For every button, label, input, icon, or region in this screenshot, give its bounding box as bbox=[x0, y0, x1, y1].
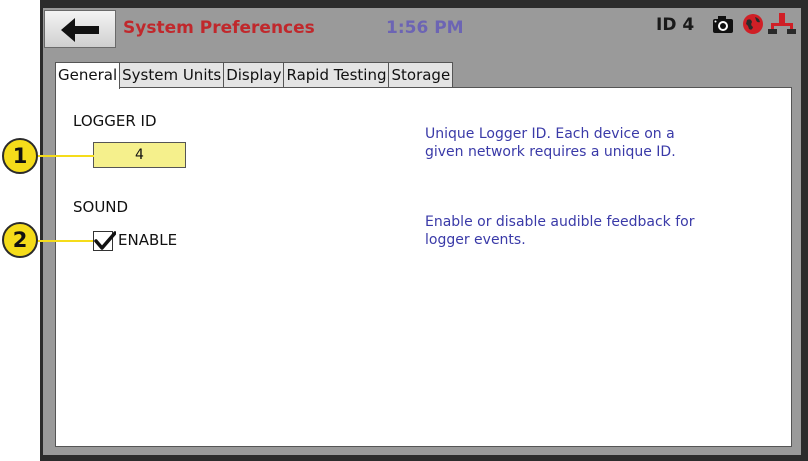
logger-id-hint: Unique Logger ID. Each device on a given… bbox=[425, 125, 676, 161]
callout-connector bbox=[32, 155, 94, 157]
camera-icon[interactable] bbox=[712, 14, 734, 34]
back-button[interactable] bbox=[44, 10, 116, 48]
clock: 1:56 PM bbox=[386, 18, 464, 38]
sound-enable-checkbox[interactable] bbox=[93, 231, 116, 251]
left-arrow-icon bbox=[61, 18, 99, 42]
tab-display[interactable]: Display bbox=[223, 62, 285, 87]
checkmark-icon bbox=[94, 231, 116, 250]
sound-hint-line: logger events. bbox=[425, 232, 526, 248]
tab-system-units[interactable]: System Units bbox=[119, 62, 225, 87]
sound-label: SOUND bbox=[73, 198, 129, 216]
page-title: System Preferences bbox=[123, 18, 315, 38]
logger-id-hint-line: given network requires a unique ID. bbox=[425, 144, 676, 160]
logger-id-field[interactable]: 4 bbox=[93, 142, 186, 168]
device-id: ID 4 bbox=[656, 15, 695, 35]
tab-general[interactable]: General bbox=[55, 62, 121, 89]
callout-connector bbox=[32, 240, 93, 242]
callout-badge: 1 bbox=[2, 138, 38, 174]
tab-bar: General System Units Display Rapid Testi… bbox=[55, 62, 454, 89]
general-panel bbox=[55, 87, 792, 447]
sound-hint: Enable or disable audible feedback for l… bbox=[425, 213, 694, 249]
tab-storage[interactable]: Storage bbox=[388, 62, 454, 87]
sound-hint-line: Enable or disable audible feedback for bbox=[425, 214, 695, 230]
logger-id-hint-line: Unique Logger ID. Each device on a bbox=[425, 126, 675, 142]
callout-badge: 2 bbox=[2, 222, 38, 258]
network-icon[interactable] bbox=[768, 13, 796, 35]
logger-id-label: LOGGER ID bbox=[73, 112, 157, 130]
globe-icon[interactable] bbox=[742, 13, 764, 35]
sound-enable-label[interactable]: ENABLE bbox=[118, 231, 177, 249]
tab-rapid-testing[interactable]: Rapid Testing bbox=[283, 62, 390, 87]
